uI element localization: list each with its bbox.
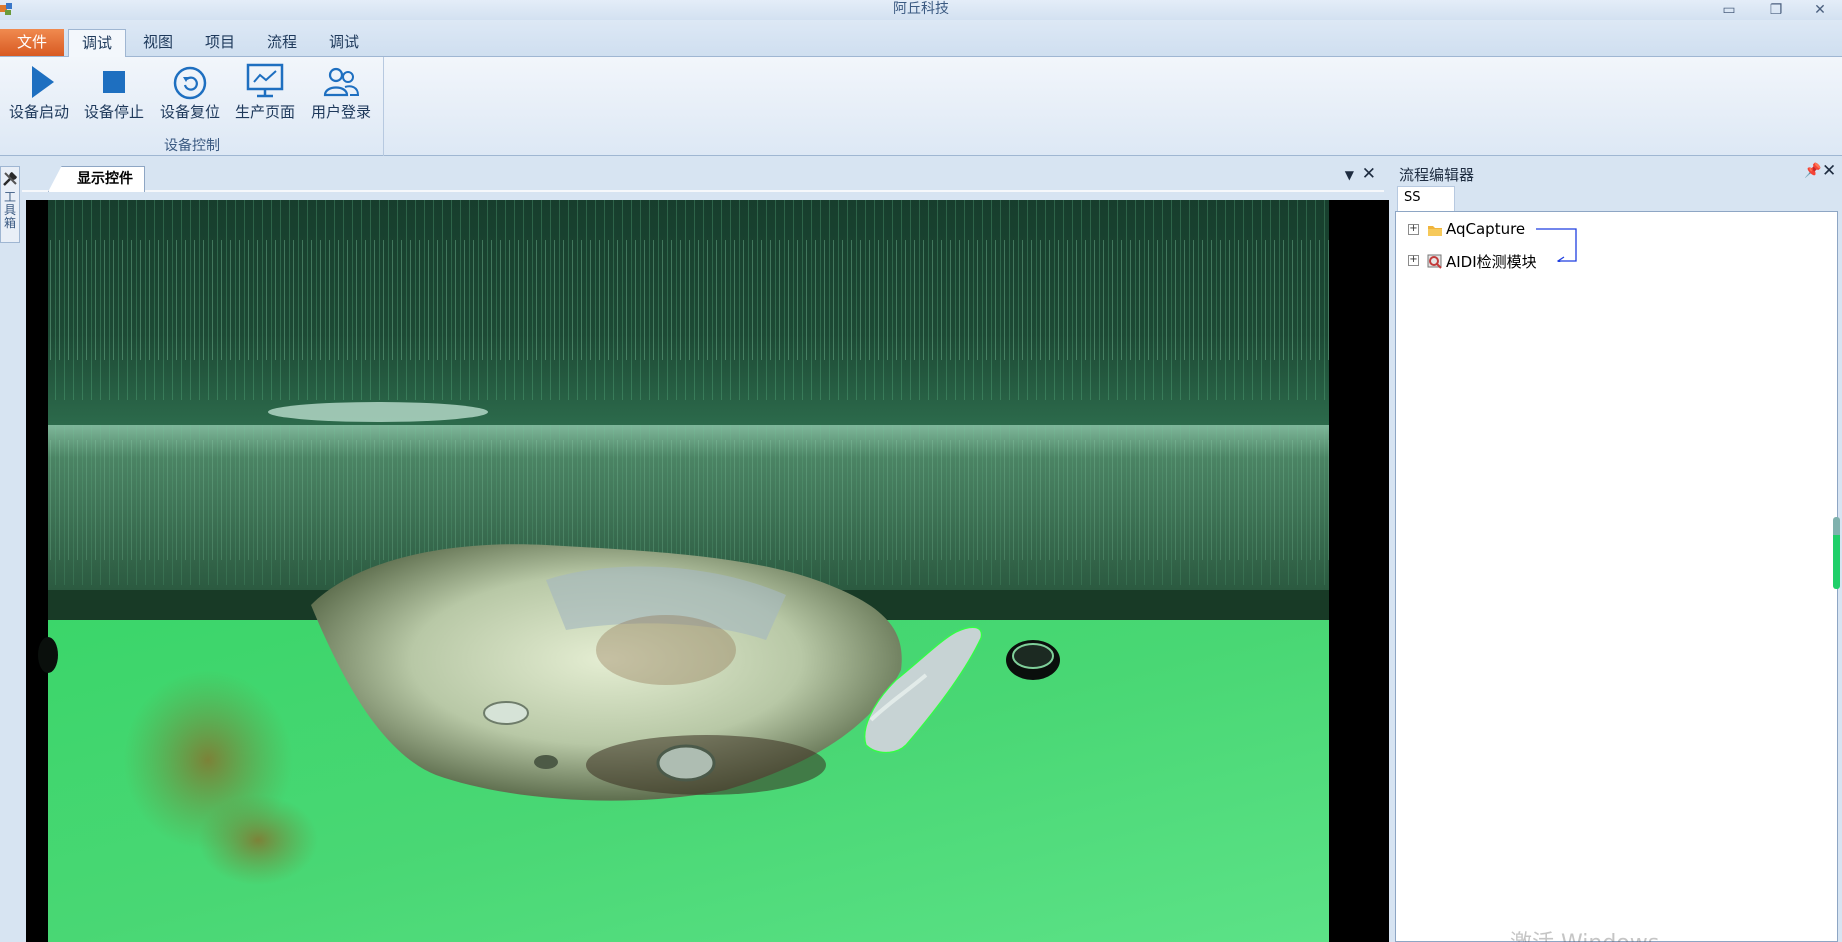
production-page-label: 生产页面 [234, 103, 295, 121]
tab-debug-2[interactable]: 调试 [318, 29, 370, 57]
tab-ss[interactable]: SS [1397, 186, 1455, 211]
document-area: 显示控件 ▼ ✕ [22, 160, 1389, 942]
group-label: 设备控制 [164, 138, 220, 154]
toolbox-tab[interactable]: 工具箱 [0, 166, 20, 243]
tools-icon [3, 172, 17, 186]
tab-flow[interactable]: 流程 [256, 29, 308, 57]
tab-display-control[interactable]: 显示控件 [48, 166, 145, 192]
folder-icon [1428, 226, 1442, 236]
expand-icon[interactable]: + [1408, 224, 1419, 235]
scroll-indicator[interactable] [1833, 517, 1840, 589]
user-login-button[interactable]: 用户登录 [309, 63, 373, 123]
close-icon[interactable]: ✕ [1805, 0, 1835, 20]
flow-connector [1536, 228, 1577, 262]
restore-icon[interactable]: ❐ [1761, 0, 1791, 20]
tab-view[interactable]: 视图 [132, 29, 184, 57]
tab-list-dropdown-icon[interactable]: ▼ [1345, 168, 1354, 182]
image-display[interactable] [26, 200, 1389, 942]
users-icon [323, 67, 360, 97]
file-menu-tab[interactable]: 文件 [0, 29, 64, 56]
device-start-button[interactable]: 设备启动 [8, 63, 70, 123]
flow-tree[interactable]: + AqCapture + AIDI检测模块 [1395, 211, 1840, 942]
play-icon [32, 66, 54, 98]
device-stop-label: 设备停止 [83, 103, 144, 121]
expand-icon[interactable]: + [1408, 255, 1419, 266]
toolbox-label: 工具箱 [4, 190, 17, 230]
production-page-button[interactable]: 生产页面 [234, 63, 296, 123]
device-reset-label: 设备复位 [159, 103, 220, 121]
title-bar: 阿丘科技 ▭ ❐ ✕ [0, 0, 1842, 20]
inspection-image[interactable] [26, 200, 1389, 942]
window-title: 阿丘科技 [893, 1, 949, 17]
ribbon: 设备启动 设备停止 设备复位 生产页面 用户登录 设备控制 [0, 57, 1842, 156]
document-tab-strip: 显示控件 ▼ ✕ [22, 160, 1384, 192]
tab-project[interactable]: 项目 [194, 29, 246, 57]
pin-icon[interactable]: 📌 [1804, 163, 1821, 179]
panel-close-icon[interactable]: ✕ [1822, 161, 1836, 181]
stop-icon [103, 71, 125, 93]
node-label: AIDI检测模块 [1446, 253, 1537, 271]
monitor-chart-icon [246, 63, 284, 98]
flow-editor-panel: 流程编辑器 📌 ✕ SS + AqCapture + AIDI检测模块 激活 [1390, 160, 1842, 942]
minimize-icon[interactable]: ▭ [1714, 0, 1744, 20]
document-close-icon[interactable]: ✕ [1362, 164, 1376, 184]
device-control-group: 设备启动 设备停止 设备复位 生产页面 用户登录 设备控制 [0, 57, 384, 156]
activation-watermark: 激活 Windows [1510, 925, 1659, 942]
tab-debug[interactable]: 调试 [68, 29, 126, 57]
reset-icon [173, 66, 207, 100]
module-icon [1427, 254, 1442, 269]
device-start-label: 设备启动 [8, 103, 69, 121]
user-login-label: 用户登录 [310, 103, 371, 121]
device-reset-button[interactable]: 设备复位 [159, 63, 221, 123]
node-label: AqCapture [1446, 220, 1526, 238]
device-stop-button[interactable]: 设备停止 [83, 63, 145, 123]
panel-title: 流程编辑器 [1399, 166, 1475, 184]
